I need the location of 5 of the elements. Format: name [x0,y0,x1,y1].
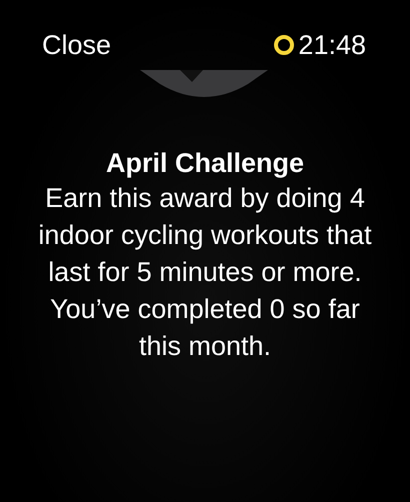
clock-time: 21:48 [298,30,366,60]
ring-icon [273,34,296,56]
award-description: Earn this award by doing 4 indoor cycling workouts that last for 5 minutes or more. You’ve completed 0 so far this month. [37,182,373,363]
award-title: April Challenge [104,147,306,180]
close-button[interactable]: Close [42,30,112,60]
